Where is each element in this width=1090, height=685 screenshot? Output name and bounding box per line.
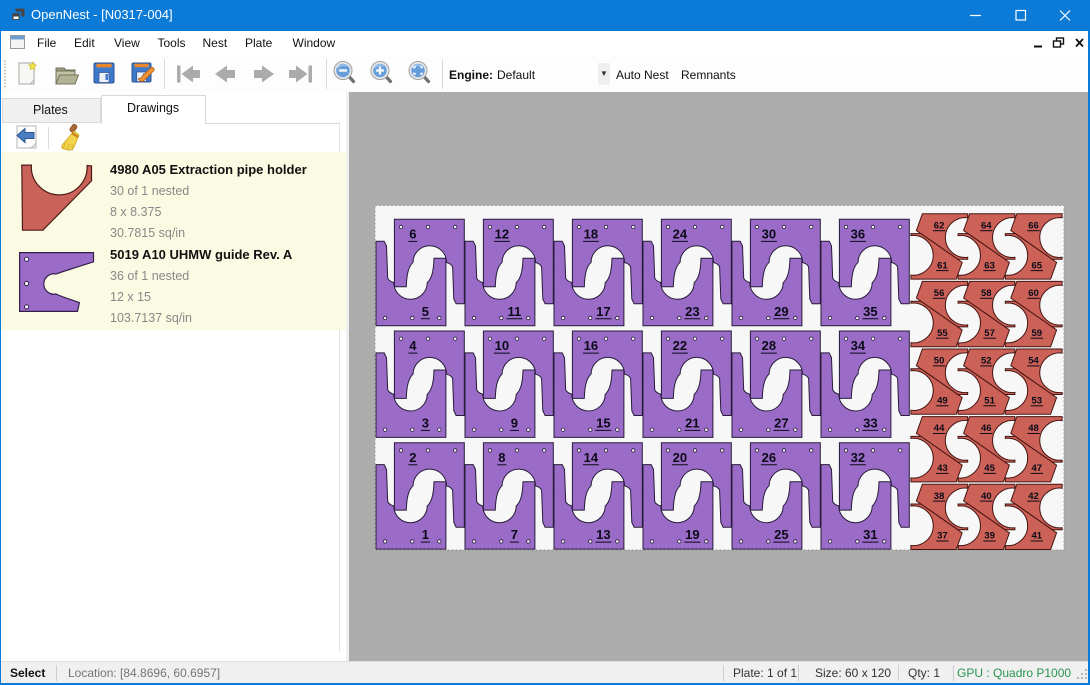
svg-text:33: 33 xyxy=(863,416,877,431)
svg-text:61: 61 xyxy=(937,260,948,271)
svg-text:13: 13 xyxy=(596,527,610,542)
svg-text:66: 66 xyxy=(1028,220,1039,231)
svg-text:21: 21 xyxy=(685,416,699,431)
svg-text:5: 5 xyxy=(422,304,429,319)
svg-text:7: 7 xyxy=(511,527,518,542)
svg-text:59: 59 xyxy=(1032,328,1043,339)
svg-text:11: 11 xyxy=(508,304,522,319)
svg-text:57: 57 xyxy=(984,328,995,339)
svg-text:22: 22 xyxy=(673,338,687,353)
svg-text:39: 39 xyxy=(984,531,995,542)
svg-text:31: 31 xyxy=(863,527,877,542)
svg-text:12: 12 xyxy=(495,227,509,242)
svg-text:30: 30 xyxy=(762,227,776,242)
svg-text:24: 24 xyxy=(673,227,688,242)
svg-text:25: 25 xyxy=(774,527,788,542)
svg-text:65: 65 xyxy=(1032,260,1043,271)
svg-text:34: 34 xyxy=(851,338,866,353)
svg-text:43: 43 xyxy=(937,463,948,474)
svg-text:28: 28 xyxy=(762,338,776,353)
svg-text:18: 18 xyxy=(584,227,598,242)
svg-text:29: 29 xyxy=(774,304,788,319)
svg-text:62: 62 xyxy=(934,220,945,231)
svg-text:52: 52 xyxy=(981,356,992,367)
svg-text:60: 60 xyxy=(1028,288,1039,299)
svg-text:54: 54 xyxy=(1028,356,1039,367)
svg-text:9: 9 xyxy=(511,416,518,431)
svg-text:38: 38 xyxy=(934,491,945,502)
svg-text:27: 27 xyxy=(774,416,788,431)
svg-text:53: 53 xyxy=(1032,396,1043,407)
svg-text:17: 17 xyxy=(596,304,610,319)
svg-text:1: 1 xyxy=(422,527,429,542)
svg-text:64: 64 xyxy=(981,220,992,231)
svg-text:46: 46 xyxy=(981,423,992,434)
svg-text:42: 42 xyxy=(1028,491,1039,502)
svg-text:4: 4 xyxy=(409,338,417,353)
svg-text:20: 20 xyxy=(673,450,687,465)
svg-text:2: 2 xyxy=(409,450,416,465)
svg-text:45: 45 xyxy=(984,463,995,474)
svg-text:3: 3 xyxy=(422,416,429,431)
svg-text:32: 32 xyxy=(851,450,865,465)
svg-text:40: 40 xyxy=(981,491,992,502)
svg-text:23: 23 xyxy=(685,304,699,319)
svg-text:15: 15 xyxy=(596,416,610,431)
svg-text:58: 58 xyxy=(981,288,992,299)
svg-text:6: 6 xyxy=(409,227,416,242)
svg-text:41: 41 xyxy=(1032,531,1043,542)
svg-text:16: 16 xyxy=(584,338,598,353)
svg-text:55: 55 xyxy=(937,328,948,339)
svg-text:36: 36 xyxy=(851,227,865,242)
svg-text:51: 51 xyxy=(984,396,995,407)
svg-text:26: 26 xyxy=(762,450,776,465)
svg-text:50: 50 xyxy=(934,356,945,367)
svg-text:49: 49 xyxy=(937,396,948,407)
svg-text:35: 35 xyxy=(863,304,877,319)
svg-text:14: 14 xyxy=(584,450,599,465)
svg-text:10: 10 xyxy=(495,338,509,353)
svg-text:47: 47 xyxy=(1032,463,1043,474)
svg-text:44: 44 xyxy=(934,423,945,434)
svg-text:48: 48 xyxy=(1028,423,1039,434)
svg-text:63: 63 xyxy=(984,260,995,271)
svg-text:19: 19 xyxy=(685,527,699,542)
svg-text:37: 37 xyxy=(937,531,948,542)
svg-text:56: 56 xyxy=(934,288,945,299)
svg-text:8: 8 xyxy=(498,450,505,465)
